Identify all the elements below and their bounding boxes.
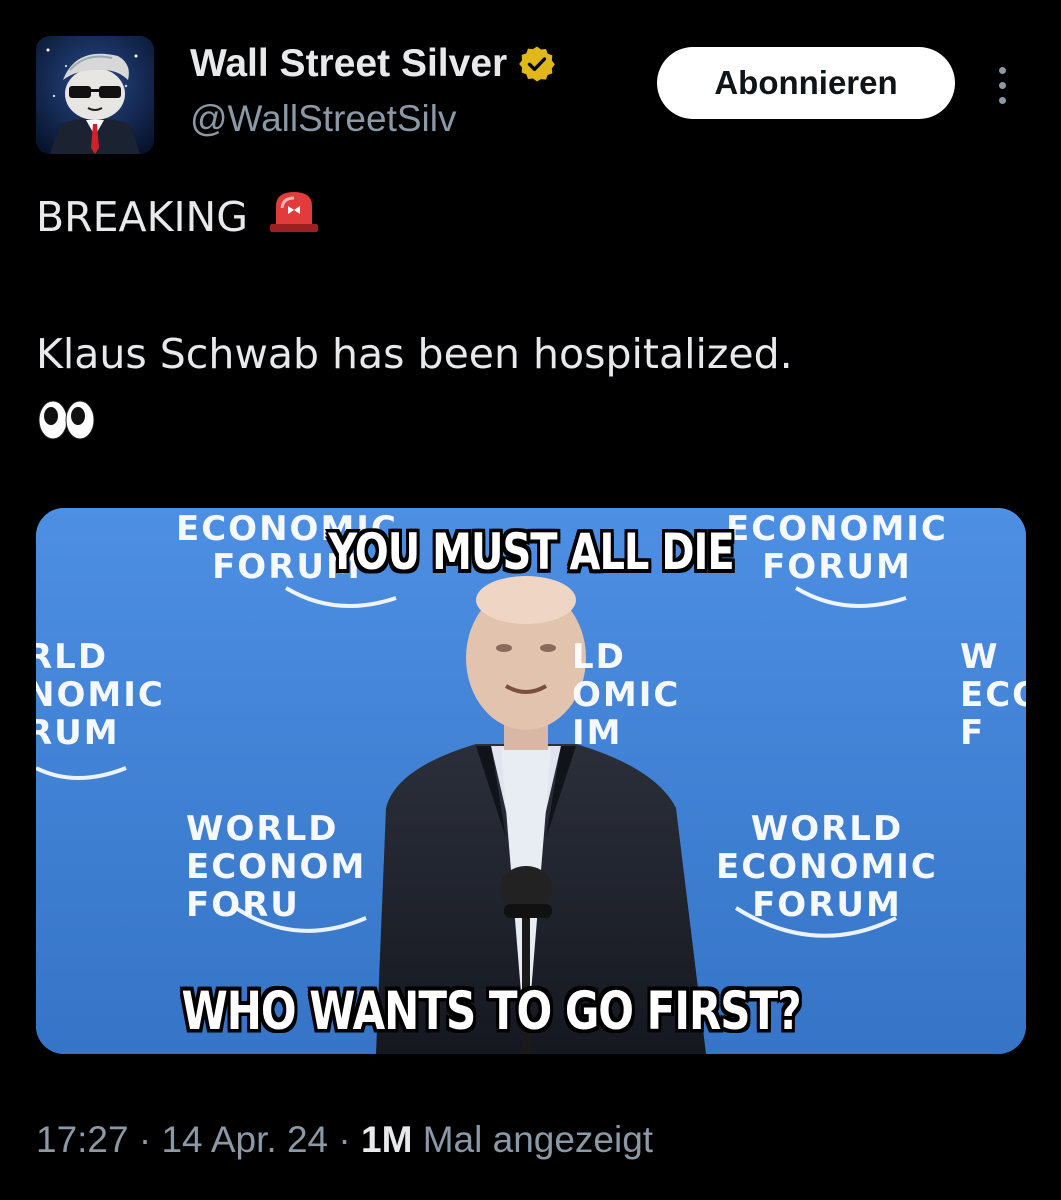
separator: · bbox=[338, 1119, 351, 1160]
eyes-icon bbox=[36, 396, 98, 456]
wef-logo-text: W ECO F bbox=[960, 637, 1026, 753]
dot bbox=[998, 66, 1006, 74]
wef-logo-text: WORLD ECONOM FORU bbox=[186, 809, 367, 925]
views-label[interactable]: Mal angezeigt bbox=[423, 1119, 653, 1160]
views-count[interactable]: 1M bbox=[361, 1119, 412, 1160]
meme-bottom-caption: WHO WANTS TO GO FIRST? bbox=[181, 980, 801, 1042]
meme-top-caption: YOU MUST ALL DIE bbox=[328, 524, 735, 582]
verified-badge-icon bbox=[517, 44, 557, 84]
tweet-text-line-1: BREAKING bbox=[36, 186, 322, 248]
tweet-text-line-3 bbox=[36, 396, 98, 456]
author-display-name[interactable]: Wall Street Silver bbox=[190, 38, 557, 90]
dot bbox=[998, 81, 1006, 89]
wef-logo-text: LD OMIC IM bbox=[572, 637, 681, 753]
tweet-text-line-2: Klaus Schwab has been hospitalized. bbox=[36, 330, 793, 378]
wef-logo-text: RLD NOMIC RUM bbox=[36, 637, 165, 753]
more-options-icon[interactable] bbox=[982, 60, 1022, 110]
tweet-time[interactable]: 17:27 bbox=[36, 1119, 129, 1160]
author-name-text[interactable]: Wall Street Silver bbox=[190, 38, 507, 90]
avatar[interactable] bbox=[36, 36, 154, 154]
tweet-media-image[interactable]: ECONOMIC FORUM ECONOMIC FORUM RLD NOMIC … bbox=[36, 508, 1026, 1054]
subscribe-button[interactable]: Abonnieren bbox=[657, 47, 955, 119]
breaking-text: BREAKING bbox=[36, 193, 248, 241]
tweet-meta: 17:27 · 14 Apr. 24 · 1M Mal angezeigt bbox=[36, 1112, 653, 1168]
police-siren-icon bbox=[266, 186, 322, 248]
tweet-date[interactable]: 14 Apr. 24 bbox=[161, 1119, 328, 1160]
separator: · bbox=[138, 1119, 152, 1160]
dot bbox=[998, 96, 1006, 104]
wef-logo-text: WORLD ECONOMIC FORUM bbox=[716, 809, 938, 925]
author-handle[interactable]: @WallStreetSilv bbox=[190, 94, 456, 144]
